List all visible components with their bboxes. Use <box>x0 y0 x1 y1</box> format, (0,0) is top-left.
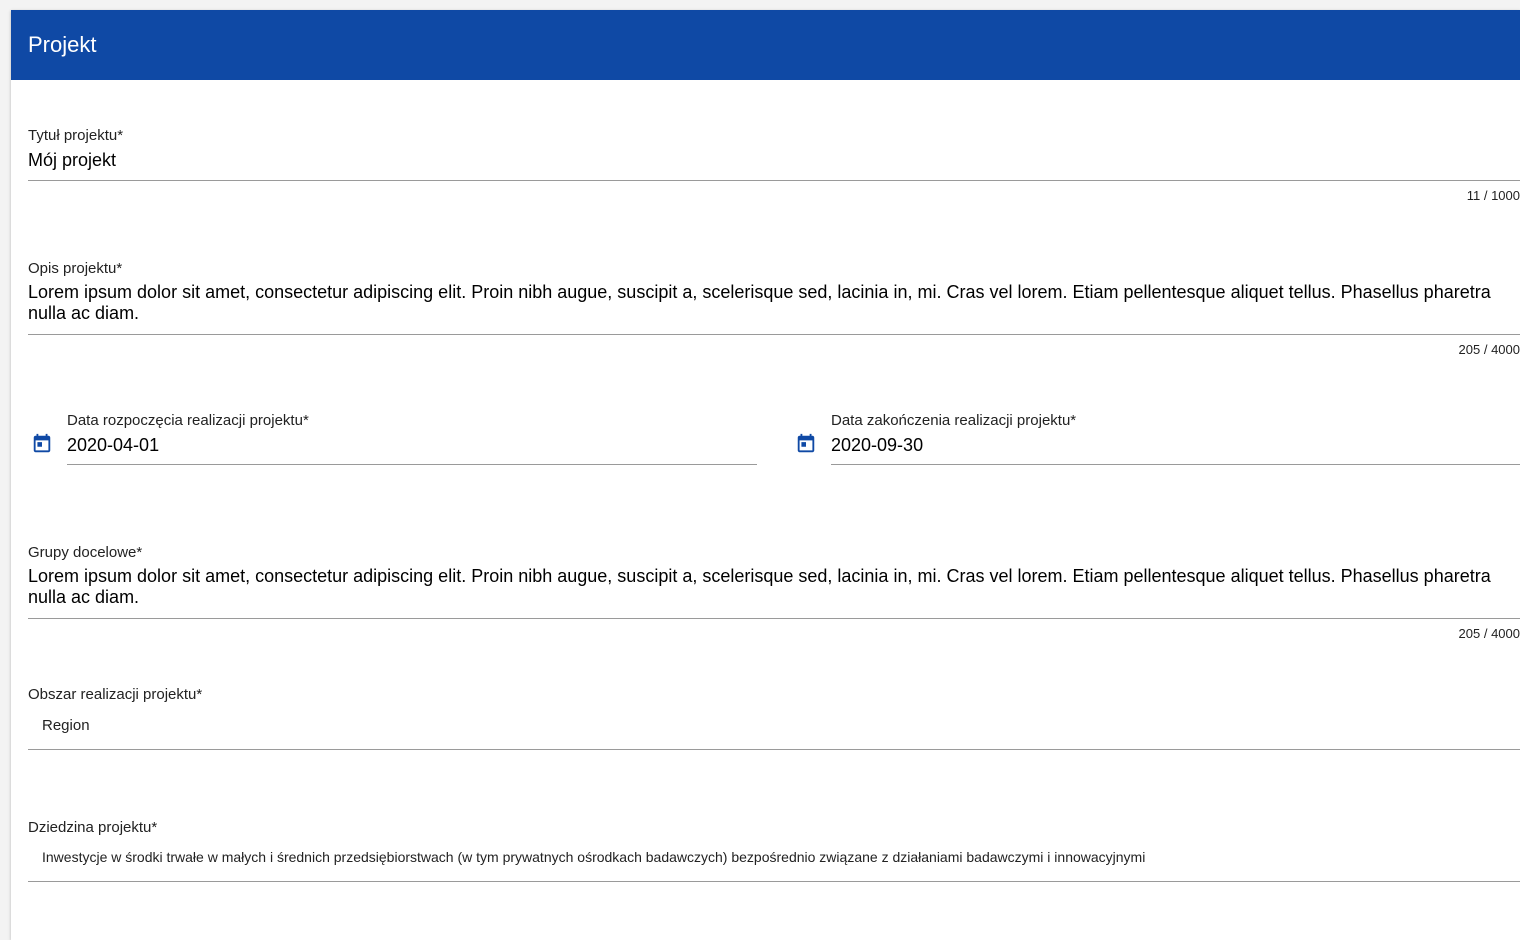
domain-label: Dziedzina projektu* <box>28 819 158 836</box>
start-date-input[interactable]: 2020-04-01 <box>67 435 159 456</box>
card-header: Projekt <box>11 10 1520 80</box>
title-label: Tytuł projektu* <box>28 127 124 144</box>
title-counter: 11 / 1000 <box>1466 188 1520 203</box>
start-date-underline <box>67 464 757 465</box>
area-underline <box>28 749 1520 750</box>
area-select[interactable]: Region <box>42 717 90 735</box>
description-counter: 205 / 4000 <box>1458 342 1520 357</box>
domain-select[interactable]: Inwestycje w środki trwałe w małych i śr… <box>42 849 1145 866</box>
project-card: Projekt Tytuł projektu* Mój projekt 11 /… <box>11 10 1520 940</box>
end-date-input[interactable]: 2020-09-30 <box>831 435 923 456</box>
calendar-icon[interactable] <box>795 433 817 455</box>
target-groups-label: Grupy docelowe* <box>28 544 143 561</box>
target-groups-underline <box>28 618 1520 619</box>
description-label: Opis projektu* <box>28 260 123 277</box>
target-groups-counter: 205 / 4000 <box>1458 626 1520 641</box>
title-input[interactable]: Mój projekt <box>28 150 116 171</box>
target-groups-input[interactable]: Lorem ipsum dolor sit amet, consectetur … <box>28 566 1498 608</box>
description-input[interactable]: Lorem ipsum dolor sit amet, consectetur … <box>28 282 1498 324</box>
description-underline <box>28 334 1520 335</box>
card-title: Projekt <box>28 32 97 57</box>
start-date-label: Data rozpoczęcia realizacji projektu* <box>67 412 309 429</box>
end-date-underline <box>831 464 1520 465</box>
calendar-icon[interactable] <box>31 433 53 455</box>
area-label: Obszar realizacji projektu* <box>28 686 203 703</box>
domain-underline <box>28 881 1520 882</box>
title-underline <box>28 180 1520 181</box>
end-date-label: Data zakończenia realizacji projektu* <box>831 412 1077 429</box>
